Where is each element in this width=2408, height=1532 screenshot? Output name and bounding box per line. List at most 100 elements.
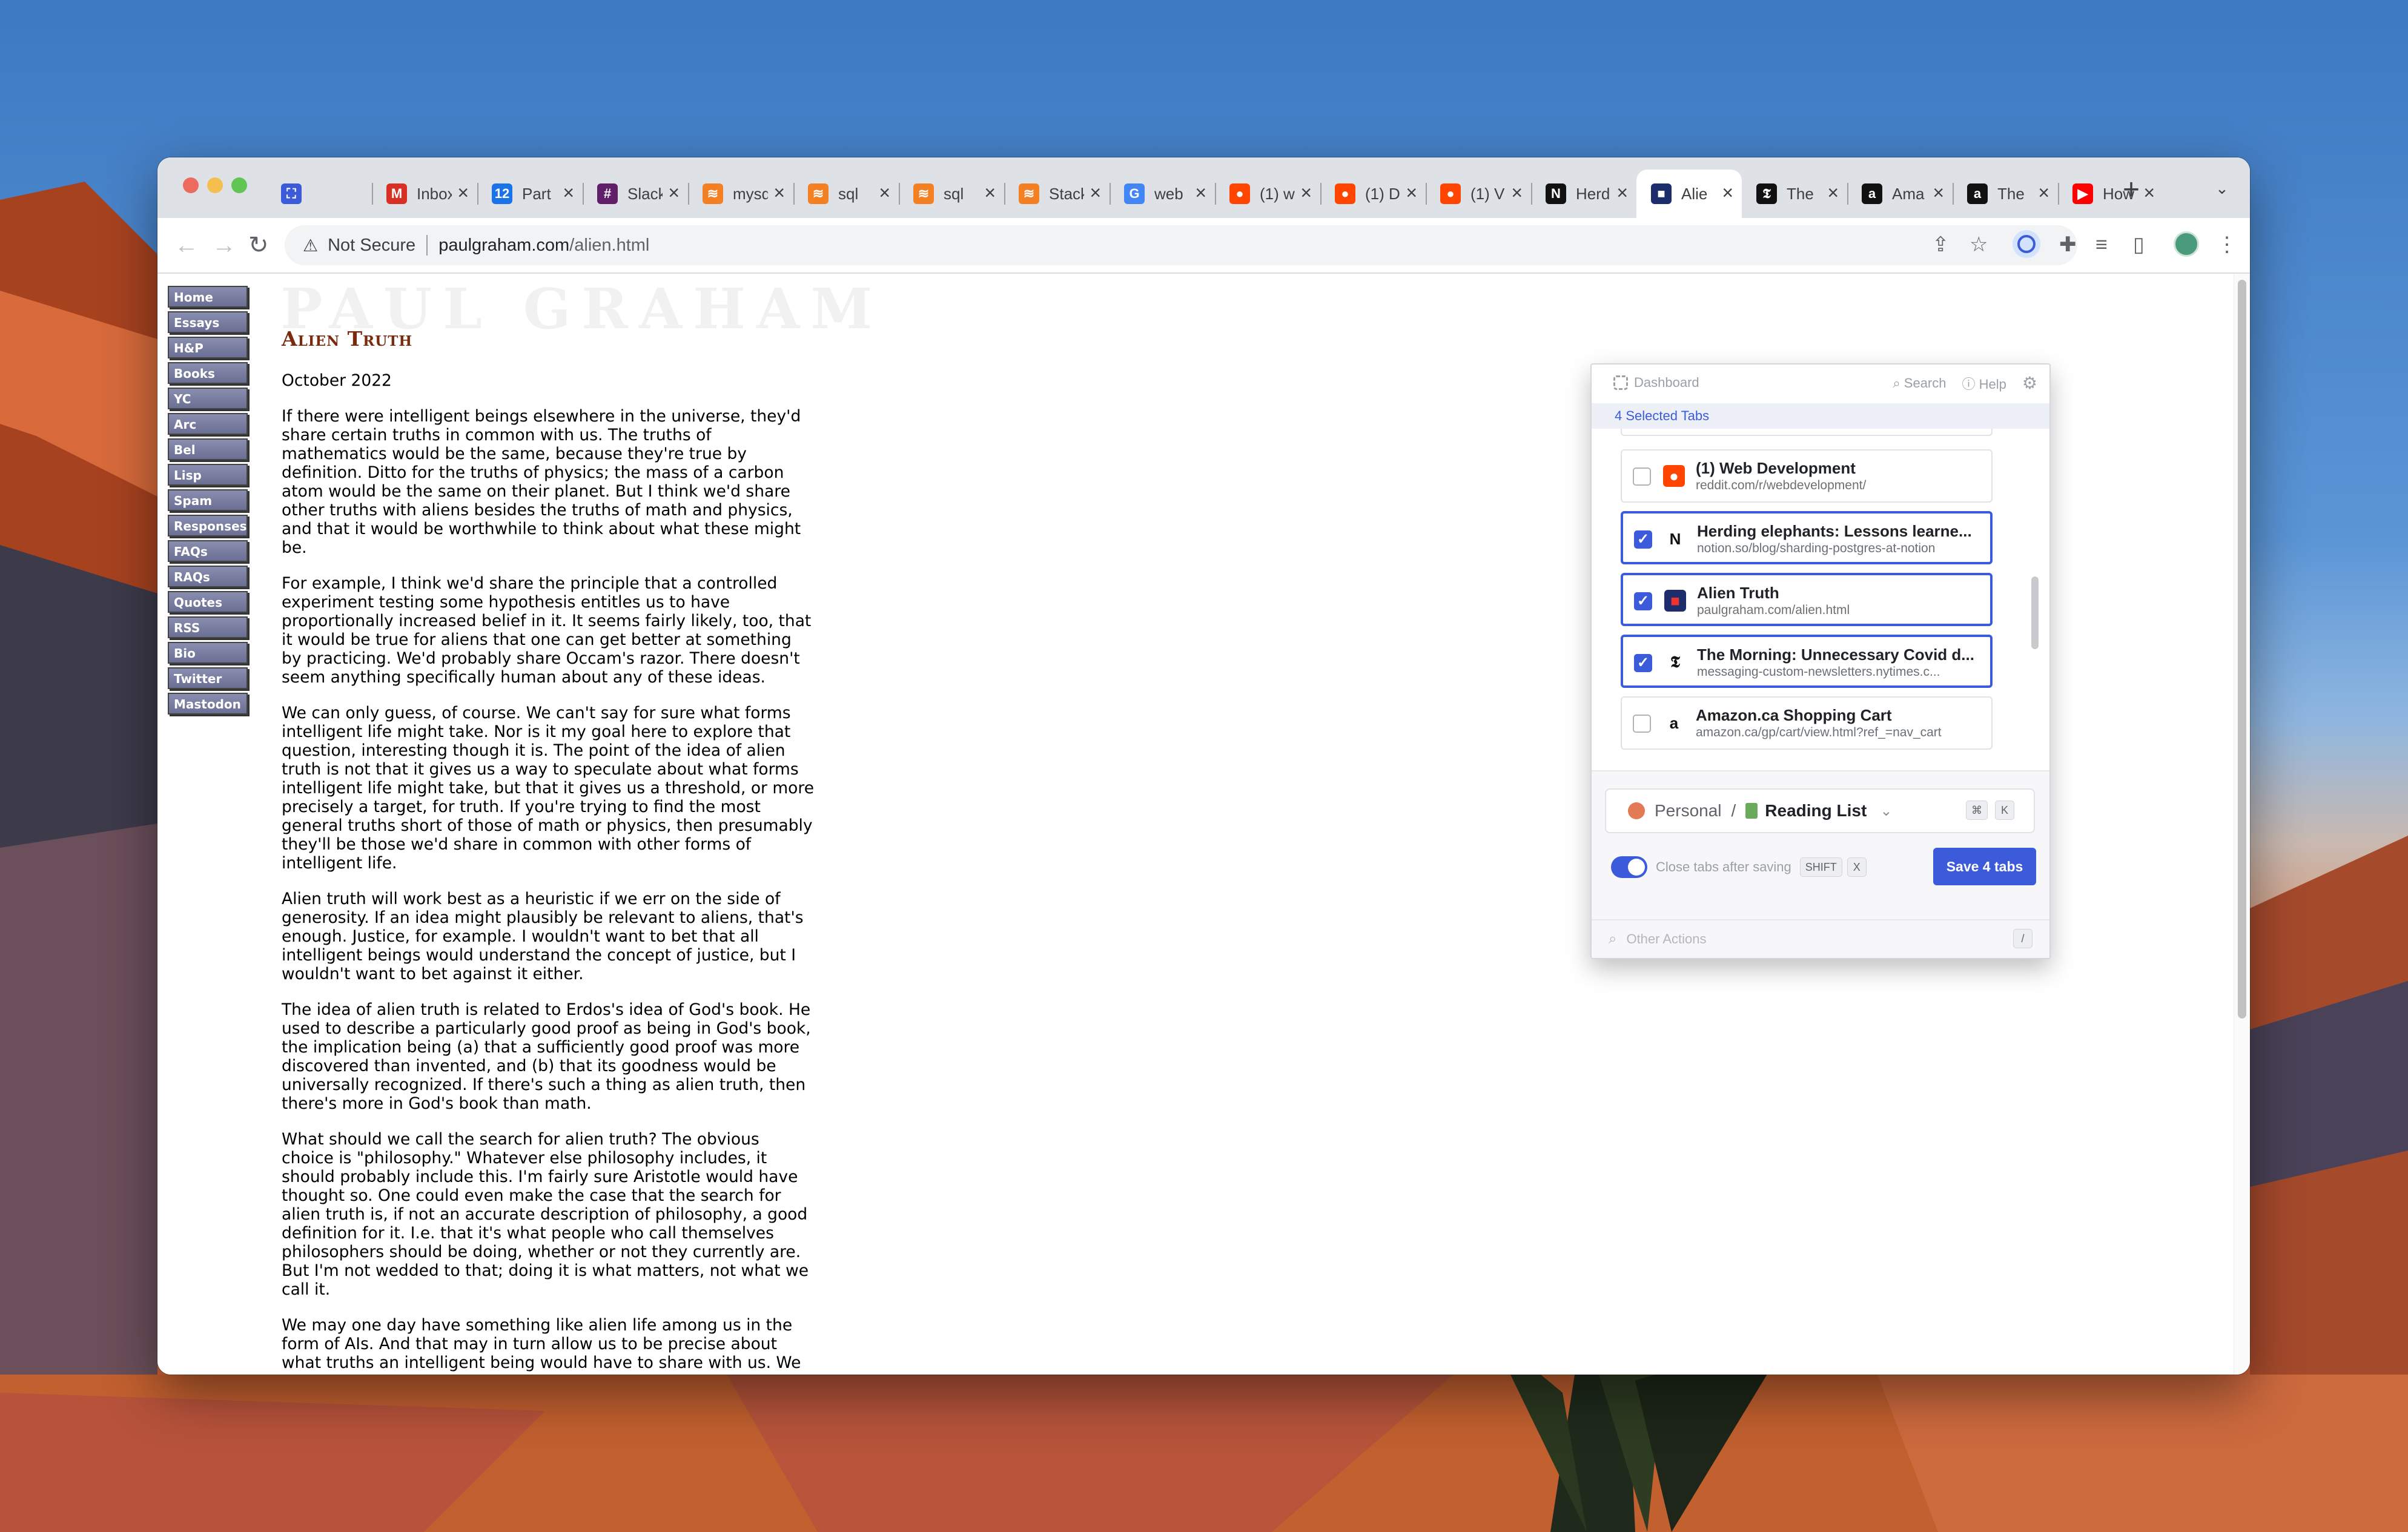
nav-link-essays[interactable]: Essays bbox=[168, 311, 248, 333]
tab-list-item[interactable]: ✓ N Herding elephants: Lessons learne... no… bbox=[1621, 511, 1993, 564]
security-status[interactable]: Not Secure bbox=[328, 236, 415, 256]
profile-avatar[interactable] bbox=[2174, 231, 2199, 257]
nav-link-quotes[interactable]: Quotes bbox=[168, 591, 248, 613]
save-tabs-button[interactable]: Save 4 tabs bbox=[1933, 848, 2036, 885]
tab-list-item[interactable]: ✓ ■ Alien Truth paulgraham.com/alien.html bbox=[1621, 573, 1993, 626]
reading-list-icon[interactable]: ≡ bbox=[2095, 231, 2108, 258]
nytimes-icon: 𝕿 bbox=[1664, 652, 1686, 673]
tab-search-chevron-icon[interactable]: ⌄ bbox=[2215, 179, 2229, 198]
address-bar[interactable]: ⚠ Not Secure paulgraham.com/alien.html bbox=[285, 225, 2077, 265]
nav-link-twitter[interactable]: Twitter bbox=[168, 667, 248, 689]
close-tabs-toggle[interactable] bbox=[1611, 856, 1647, 878]
bookmark-star-icon[interactable]: ☆ bbox=[1970, 231, 1988, 258]
browser-tab[interactable]: 12 Part × bbox=[477, 170, 583, 218]
close-tab-icon[interactable]: × bbox=[1195, 183, 1206, 202]
search-button[interactable]: ⌕ Search bbox=[1893, 375, 1946, 391]
close-tab-icon[interactable]: × bbox=[879, 183, 890, 202]
browser-tab[interactable]: ▶ How × bbox=[2058, 170, 2163, 218]
nav-link-lisp[interactable]: Lisp bbox=[168, 464, 248, 486]
tab-item-url: reddit.com/r/webdevelopment/ bbox=[1696, 478, 1867, 492]
select-checkbox[interactable]: ✓ bbox=[1634, 592, 1652, 610]
close-tab-icon[interactable]: × bbox=[457, 183, 469, 202]
cmd-key: ⌘ bbox=[1966, 801, 1988, 820]
back-button[interactable]: ← bbox=[174, 230, 199, 260]
browser-tab[interactable]: a The × bbox=[1953, 170, 2058, 218]
nav-link-h-p[interactable]: H&P bbox=[168, 337, 248, 358]
browser-tab[interactable]: ≋ sql × bbox=[793, 170, 899, 218]
forward-button[interactable]: → bbox=[212, 230, 236, 260]
browser-tab[interactable]: 𝕿 The × bbox=[1742, 170, 1847, 218]
browser-tab[interactable]: ≋ sql × bbox=[899, 170, 1004, 218]
popup-scrollbar[interactable] bbox=[2031, 576, 2039, 649]
browser-tab[interactable]: ● (1) w × bbox=[1215, 170, 1320, 218]
minimize-window-button[interactable] bbox=[207, 177, 223, 193]
tab-separator bbox=[477, 183, 478, 205]
nav-link-mastodon[interactable]: Mastodon bbox=[168, 693, 248, 715]
close-tab-icon[interactable]: × bbox=[1300, 183, 1312, 202]
side-panel-icon[interactable]: ▯ bbox=[2133, 231, 2145, 258]
close-tab-icon[interactable]: × bbox=[1090, 183, 1101, 202]
more-menu-icon[interactable]: ⋮ bbox=[2217, 231, 2237, 258]
google-icon: G bbox=[1124, 183, 1145, 204]
browser-tab[interactable]: ≋ mysql × bbox=[688, 170, 793, 218]
close-tab-icon[interactable]: × bbox=[1933, 183, 1944, 202]
search-icon: ⌕ bbox=[1609, 931, 1617, 947]
new-tab-button[interactable]: + bbox=[2123, 173, 2140, 206]
destination-selector[interactable]: Personal / Reading List ⌄ ⌘ K bbox=[1605, 788, 2035, 833]
nav-link-bio[interactable]: Bio bbox=[168, 642, 248, 664]
close-tab-icon[interactable]: × bbox=[668, 183, 680, 202]
browser-tab[interactable]: ● (1) V × bbox=[1426, 170, 1531, 218]
tab-list-item[interactable]: ● (1) Web Development reddit.com/r/webdeve… bbox=[1621, 449, 1993, 503]
close-tab-icon[interactable]: × bbox=[984, 183, 996, 202]
browser-tab[interactable]: ≋ Stack × bbox=[1004, 170, 1110, 218]
close-tab-icon[interactable]: × bbox=[563, 183, 574, 202]
close-tab-icon[interactable]: × bbox=[2038, 183, 2049, 202]
nav-link-raqs[interactable]: RAQs bbox=[168, 566, 248, 587]
browser-tab[interactable]: Gweb × bbox=[1110, 170, 1215, 218]
nav-link-rss[interactable]: RSS bbox=[168, 616, 248, 638]
browser-tab[interactable]: N Herd × bbox=[1531, 170, 1636, 218]
browser-tab[interactable]: # Slack × bbox=[583, 170, 688, 218]
browser-tab[interactable]: a Ama × bbox=[1847, 170, 1953, 218]
share-icon[interactable]: ⇪ bbox=[1932, 231, 1950, 258]
tab-saver-extension-icon[interactable] bbox=[2013, 230, 2040, 258]
browser-tab[interactable]: ■ Alie × bbox=[1636, 170, 1742, 218]
toggle-shortcut-hint: SHIFT X bbox=[1799, 857, 1867, 877]
dashboard-link[interactable]: Dashboard bbox=[1613, 375, 1699, 391]
close-window-button[interactable] bbox=[183, 177, 199, 193]
browser-tab[interactable]: ● (1) D × bbox=[1320, 170, 1426, 218]
nav-link-spam[interactable]: Spam bbox=[168, 489, 248, 511]
tab-list-item[interactable]: a Amazon.ca Shopping Cart amazon.ca/gp/car… bbox=[1621, 696, 1993, 750]
reload-button[interactable]: ↻ bbox=[248, 230, 269, 260]
select-checkbox[interactable] bbox=[1633, 715, 1651, 733]
close-tab-icon[interactable]: × bbox=[1827, 183, 1839, 202]
nav-link-yc[interactable]: YC bbox=[168, 388, 248, 409]
select-checkbox[interactable]: ✓ bbox=[1634, 654, 1652, 672]
nav-link-responses[interactable]: Responses bbox=[168, 515, 248, 537]
close-tab-icon[interactable]: × bbox=[1511, 183, 1523, 202]
nav-link-home[interactable]: Home bbox=[168, 286, 248, 308]
maximize-window-button[interactable] bbox=[231, 177, 247, 193]
extensions-puzzle-icon[interactable]: ✚ bbox=[2059, 231, 2077, 258]
close-tabs-label: Close tabs after saving bbox=[1656, 859, 1791, 874]
settings-gear-icon[interactable]: ⚙ bbox=[2022, 373, 2037, 393]
page-scrollbar[interactable] bbox=[2234, 274, 2250, 1375]
close-tab-icon[interactable]: × bbox=[773, 183, 785, 202]
browser-tab[interactable]: M Inbox × bbox=[372, 170, 477, 218]
close-tab-icon[interactable]: × bbox=[1616, 183, 1628, 202]
tab-title: Ama bbox=[1892, 184, 1925, 203]
tab-list-item[interactable]: ✓ 𝕿 The Morning: Unnecessary Covid d... mes… bbox=[1621, 635, 1993, 688]
browser-tab[interactable]: ⛶ bbox=[266, 170, 321, 218]
close-tab-icon[interactable]: × bbox=[1406, 183, 1417, 202]
select-checkbox[interactable] bbox=[1633, 467, 1651, 486]
close-tab-icon[interactable]: × bbox=[2143, 183, 2155, 202]
nav-link-arc[interactable]: Arc bbox=[168, 413, 248, 435]
other-actions-search[interactable]: ⌕ Other Actions / bbox=[1592, 919, 2049, 958]
nav-link-bel[interactable]: Bel bbox=[168, 438, 248, 460]
help-button[interactable]: ⓘ Help bbox=[1962, 374, 2006, 393]
nav-link-faqs[interactable]: FAQs bbox=[168, 540, 248, 562]
select-checkbox[interactable]: ✓ bbox=[1634, 530, 1652, 549]
nav-link-books[interactable]: Books bbox=[168, 362, 248, 384]
scrollbar-thumb[interactable] bbox=[2238, 280, 2246, 1019]
close-tab-icon[interactable]: × bbox=[1722, 183, 1733, 202]
